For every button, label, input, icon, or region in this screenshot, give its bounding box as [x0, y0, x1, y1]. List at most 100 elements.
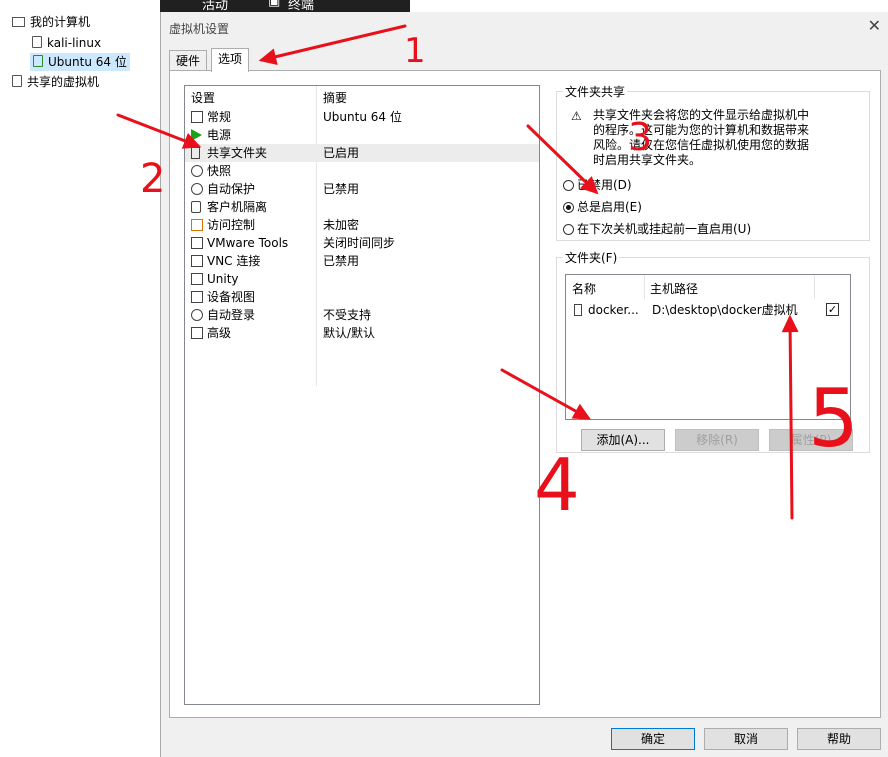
setting-name: 电源 — [207, 128, 232, 142]
terminal-label[interactable]: 终端 — [288, 0, 314, 12]
vm-running-icon — [33, 55, 43, 67]
radio-label: 已禁用(D) — [577, 178, 632, 192]
help-button[interactable]: 帮助 — [797, 728, 881, 750]
desktop-top-bar: 活动 ▣ 终端 — [160, 0, 410, 12]
radio-until-poweroff[interactable]: 在下次关机或挂起前一直启用(U) — [563, 220, 751, 238]
settings-row-shared-folders[interactable]: 共享文件夹 已启用 — [185, 144, 539, 162]
access-lock-icon — [191, 219, 203, 231]
tree-item-label: 我的计算机 — [30, 15, 91, 29]
settings-row-unity[interactable]: Unity — [185, 270, 539, 288]
play-icon — [191, 129, 202, 141]
sharing-warning-text: 共享文件夹会将您的文件显示给虚拟机中的程序。这可能为您的计算机和数据带来风险。请… — [593, 108, 810, 167]
setting-value: 未加密 — [323, 218, 360, 232]
column-header-host-path[interactable]: 主机路径 — [650, 279, 698, 299]
folder-enabled-checkbox[interactable]: ✓ — [826, 303, 839, 316]
vnc-icon — [191, 255, 203, 267]
radio-always-enabled[interactable]: 总是启用(E) — [563, 198, 642, 216]
shared-folder-icon — [191, 147, 200, 159]
setting-name: 常规 — [207, 110, 232, 124]
tab-panel: 设置 摘要 常规 Ubuntu 64 位 电源 共享文件夹 已启用 快照 自动保护已… — [169, 70, 881, 718]
setting-name: 自动保护 — [207, 182, 256, 196]
properties-button[interactable]: 属性(P) — [769, 429, 853, 451]
column-header-name[interactable]: 名称 — [572, 279, 596, 299]
settings-list: 设置 摘要 常规 Ubuntu 64 位 电源 共享文件夹 已启用 快照 自动保护已… — [184, 85, 540, 705]
settings-row-vnc[interactable]: VNC 连接 已禁用 — [185, 252, 539, 270]
radio-off-icon — [563, 224, 574, 235]
column-divider — [814, 275, 815, 299]
setting-name: 快照 — [207, 164, 232, 178]
settings-row-general[interactable]: 常规 Ubuntu 64 位 — [185, 108, 539, 126]
tree-item-label: kali-linux — [47, 36, 102, 50]
column-header-summary[interactable]: 摘要 — [323, 88, 347, 108]
settings-row-guest-isolation[interactable]: 客户机隔离 — [185, 198, 539, 216]
setting-value: 默认/默认 — [323, 326, 376, 340]
radio-off-icon — [563, 180, 574, 191]
vm-icon — [32, 36, 42, 48]
warning-icon: ⚠ — [571, 109, 582, 123]
settings-row-vmware-tools[interactable]: VMware Tools 关闭时间同步 — [185, 234, 539, 252]
user-key-icon — [191, 309, 203, 321]
tree-item-kali-linux[interactable]: kali-linux — [32, 34, 101, 52]
vmware-tools-icon — [191, 237, 203, 249]
settings-row-advanced[interactable]: 高级 默认/默认 — [185, 324, 539, 342]
shared-vm-icon — [12, 75, 22, 87]
setting-value: 关闭时间同步 — [323, 236, 396, 250]
radio-disabled[interactable]: 已禁用(D) — [563, 176, 632, 194]
shared-folders-table: 名称 主机路径 docker... D:\desktop\docker虚拟机 ✓ — [565, 274, 851, 420]
folder-sharing-group: 文件夹共享 ⚠ 共享文件夹会将您的文件显示给虚拟机中的程序。这可能为您的计算机和… — [556, 83, 870, 241]
radio-label: 在下次关机或挂起前一直启用(U) — [577, 222, 752, 236]
computer-icon — [12, 17, 25, 27]
vm-settings-dialog: 虚拟机设置 ✕ 硬件 选项 设置 摘要 常规 Ubuntu 64 位 电源 共享文… — [160, 12, 888, 757]
folder-host-path: D:\desktop\docker虚拟机 — [652, 303, 798, 317]
radio-label: 总是启用(E) — [577, 200, 642, 214]
dialog-title: 虚拟机设置 — [169, 22, 230, 36]
lock-icon — [191, 201, 201, 213]
setting-value: Ubuntu 64 位 — [323, 110, 402, 124]
setting-name: 访问控制 — [207, 218, 256, 232]
add-folder-button[interactable]: 添加(A)... — [581, 429, 665, 451]
snapshot-icon — [191, 165, 203, 177]
monitor-icon — [191, 111, 203, 123]
setting-value: 已禁用 — [323, 254, 360, 268]
setting-name: VMware Tools — [207, 236, 289, 250]
settings-row-access-control[interactable]: 访问控制 未加密 — [185, 216, 539, 234]
tree-item-ubuntu[interactable]: Ubuntu 64 位 — [30, 53, 130, 71]
folders-group: 文件夹(F) 名称 主机路径 docker... D:\desktop\dock… — [556, 249, 870, 453]
tree-item-label: Ubuntu 64 位 — [48, 55, 127, 69]
settings-row-power[interactable]: 电源 — [185, 126, 539, 144]
setting-value: 已禁用 — [323, 182, 360, 196]
table-row[interactable]: docker... D:\desktop\docker虚拟机 ✓ — [566, 301, 850, 319]
terminal-icon: ▣ — [268, 0, 281, 9]
remove-folder-button[interactable]: 移除(R) — [675, 429, 759, 451]
settings-row-device-view[interactable]: 设备视图 — [185, 288, 539, 306]
setting-name: 客户机隔离 — [207, 200, 268, 214]
radio-on-icon — [563, 202, 574, 213]
folder-icon — [574, 304, 582, 316]
tree-item-shared-vms[interactable]: 共享的虚拟机 — [12, 73, 99, 91]
setting-name: 共享文件夹 — [207, 146, 268, 160]
tree-item-label: 共享的虚拟机 — [27, 75, 100, 89]
settings-row-autoprotect[interactable]: 自动保护 已禁用 — [185, 180, 539, 198]
ok-button[interactable]: 确定 — [611, 728, 695, 750]
activities-label[interactable]: 活动 — [202, 0, 228, 12]
column-header-setting[interactable]: 设置 — [191, 88, 215, 108]
setting-value: 已启用 — [323, 146, 360, 160]
device-view-icon — [191, 291, 203, 303]
folder-name: docker... — [588, 303, 639, 317]
cancel-button[interactable]: 取消 — [704, 728, 788, 750]
settings-row-autologin[interactable]: 自动登录 不受支持 — [185, 306, 539, 324]
close-icon[interactable]: ✕ — [868, 16, 881, 35]
setting-name: VNC 连接 — [207, 254, 261, 268]
setting-name: 自动登录 — [207, 308, 256, 322]
column-divider — [644, 275, 645, 299]
unity-icon — [191, 273, 203, 285]
folder-sharing-title: 文件夹共享 — [563, 83, 628, 100]
tree-item-my-computer[interactable]: 我的计算机 — [12, 13, 90, 31]
setting-value: 不受支持 — [323, 308, 372, 322]
settings-row-snapshots[interactable]: 快照 — [185, 162, 539, 180]
library-sidebar: 我的计算机 kali-linux Ubuntu 64 位 共享的虚拟机 — [0, 0, 161, 757]
pulse-icon — [191, 327, 203, 339]
tab-options[interactable]: 选项 — [211, 48, 250, 72]
setting-name: 高级 — [207, 326, 232, 340]
tab-hardware[interactable]: 硬件 — [169, 50, 208, 71]
